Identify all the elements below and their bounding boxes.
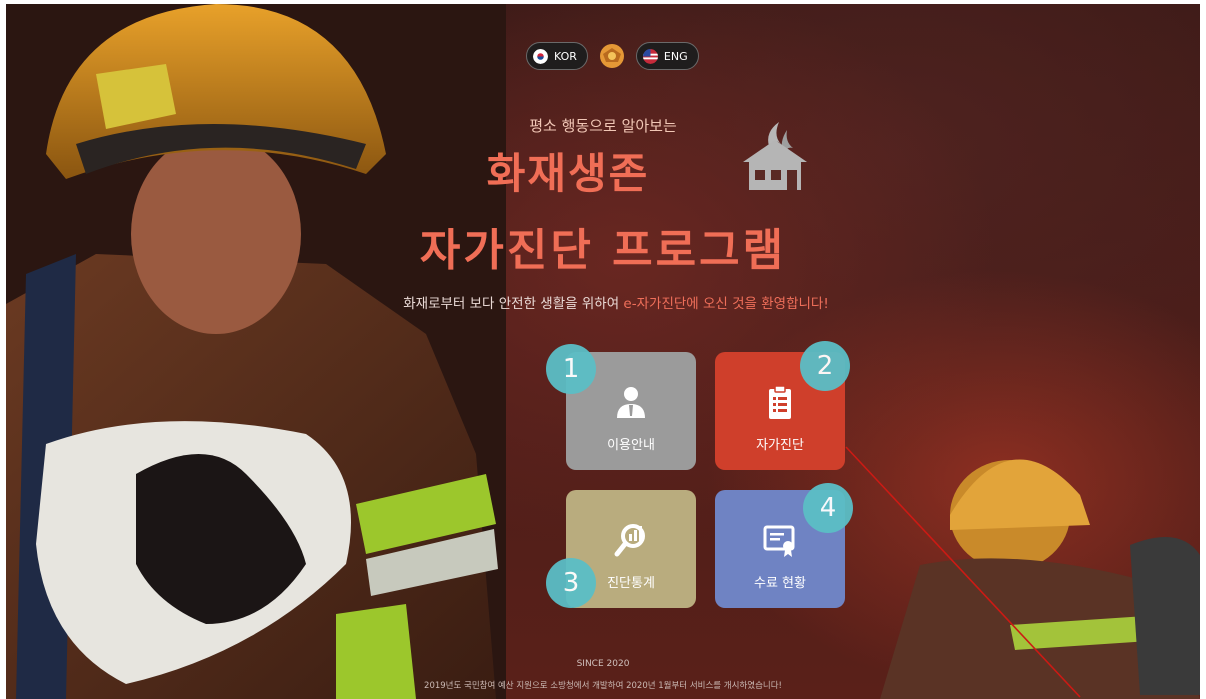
menu-completion-status-label: 수료 현황 bbox=[754, 575, 806, 591]
firefighter-right-image bbox=[880, 459, 1200, 699]
menu-self-diagnosis-label: 자가진단 bbox=[756, 437, 804, 453]
us-flag-icon bbox=[642, 48, 658, 64]
menu-user-guide-label: 이용안내 bbox=[607, 437, 655, 453]
frame-top-border bbox=[0, 0, 1206, 4]
since-label: SINCE 2020 bbox=[576, 659, 630, 669]
welcome-prefix: 화재로부터 보다 안전한 생활을 위하여 bbox=[403, 296, 624, 312]
clipboard-icon bbox=[769, 384, 791, 419]
firefighter-left-image bbox=[6, 4, 506, 699]
certificate-icon bbox=[763, 525, 795, 557]
menu-diagnosis-statistics-label: 진단통계 bbox=[607, 575, 655, 591]
korea-flag-icon bbox=[533, 48, 548, 64]
footer-notice: 2019년도 국민참여 예산 지원으로 소방청에서 개발하여 2020년 1월부… bbox=[424, 681, 782, 691]
step-badge-2: 2 bbox=[800, 341, 850, 391]
background-scene: KOR ENG 평소 행동으로 알아보는 화재생존 자가진단 프로그램 화재로부… bbox=[0, 0, 1206, 699]
frame-right-border bbox=[1200, 0, 1206, 699]
hero-subtitle: 평소 행동으로 알아보는 bbox=[529, 117, 677, 135]
kor-label: KOR bbox=[554, 49, 577, 63]
hero-title-line1-text: 화재생존 bbox=[486, 149, 650, 198]
statistics-magnifier-icon bbox=[614, 523, 645, 556]
burning-house-icon bbox=[743, 122, 807, 190]
step-badge-4: 4 bbox=[803, 483, 853, 533]
english-language-button[interactable]: ENG bbox=[635, 42, 699, 70]
fire-agency-emblem-icon bbox=[599, 44, 624, 68]
step-badge-1: 1 bbox=[546, 344, 596, 394]
korean-language-button[interactable]: KOR bbox=[526, 42, 588, 70]
step-badge-3: 3 bbox=[546, 558, 596, 608]
user-guide-icon bbox=[617, 386, 645, 418]
language-selector: KOR ENG bbox=[526, 40, 699, 72]
hero-title-line2: 자가진단 프로그램 bbox=[419, 225, 787, 276]
welcome-message: 화재로부터 보다 안전한 생활을 위하여 e-자가진단에 오신 것을 환영합니다… bbox=[366, 292, 866, 312]
hero-title-line1: 화재생존 bbox=[0, 140, 1206, 201]
welcome-highlight: e-자가진단에 오신 것을 환영합니다! bbox=[623, 296, 829, 312]
frame-left-border bbox=[0, 0, 6, 699]
eng-label: ENG bbox=[663, 49, 688, 63]
